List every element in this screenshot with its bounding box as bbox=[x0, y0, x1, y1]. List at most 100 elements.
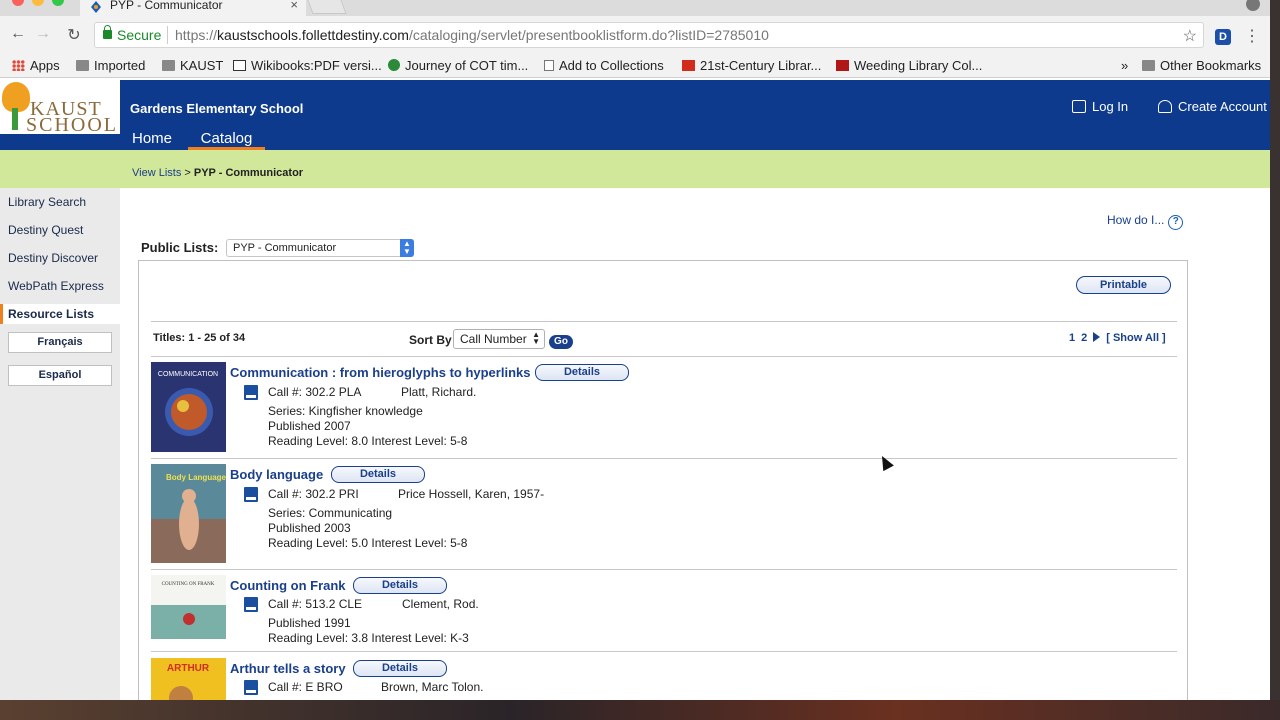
browser-tab[interactable]: PYP - Communicator × bbox=[80, 0, 306, 16]
bookmark-21st-century[interactable]: 21st-Century Librar... bbox=[682, 58, 821, 73]
sidebar: Library Search Destiny Quest Destiny Dis… bbox=[0, 188, 120, 700]
create-account-label: Create Account bbox=[1178, 99, 1267, 114]
how-do-i-link[interactable]: How do I...? bbox=[1107, 213, 1184, 230]
sort-by-select[interactable]: Call Number ▲ ▼ bbox=[453, 329, 545, 349]
call-number: Call #: 302.2 PLA bbox=[268, 385, 362, 399]
nav-home[interactable]: Home bbox=[132, 130, 172, 147]
next-page-icon[interactable] bbox=[1093, 332, 1101, 342]
back-icon[interactable]: ← bbox=[8, 25, 28, 43]
browser-window: PYP - Communicator × ← → ↻ Secure https:… bbox=[0, 0, 1270, 700]
page-2-link[interactable]: 2 bbox=[1081, 332, 1087, 344]
bookmark-add-collections[interactable]: Add to Collections bbox=[544, 58, 664, 73]
login-icon bbox=[1072, 100, 1086, 113]
sidebar-item-label: Resource Lists bbox=[8, 307, 95, 321]
login-link[interactable]: Log In bbox=[1072, 99, 1128, 114]
reload-icon[interactable]: ↻ bbox=[64, 25, 84, 45]
nav-catalog[interactable]: Catalog bbox=[188, 130, 265, 150]
tab-close-icon[interactable]: × bbox=[290, 0, 298, 12]
public-lists-select[interactable]: PYP - Communicator ▲ ▼ bbox=[226, 239, 414, 257]
bookmark-kaust[interactable]: KAUST bbox=[162, 58, 223, 73]
reading-level: Reading Level: 3.8 Interest Level: K-3 bbox=[268, 631, 469, 645]
tab-strip: PYP - Communicator × bbox=[0, 0, 1270, 16]
bookmark-imported[interactable]: Imported bbox=[76, 58, 145, 73]
sidebar-item-destiny-discover[interactable]: Destiny Discover bbox=[8, 251, 98, 265]
published: Published 2003 bbox=[268, 521, 351, 535]
folder-icon bbox=[162, 60, 175, 71]
select-arrows-icon: ▲ ▼ bbox=[532, 330, 540, 346]
url-path: /cataloging/servlet/presentbooklistform.… bbox=[408, 27, 769, 43]
site-name: Gardens Elementary School bbox=[130, 101, 304, 116]
book-red-icon bbox=[836, 60, 849, 71]
page-icon bbox=[544, 60, 554, 71]
destiny-page: KAUST SCHOOL Gardens Elementary School H… bbox=[0, 80, 1270, 700]
help-icon: ? bbox=[1168, 215, 1184, 230]
folder-icon bbox=[1142, 60, 1155, 71]
bookmarks-overflow-icon[interactable]: » bbox=[1121, 58, 1128, 73]
details-button[interactable]: Details bbox=[353, 577, 447, 594]
forward-icon[interactable]: → bbox=[33, 25, 53, 43]
book-cover-communication[interactable]: COMMUNICATION bbox=[151, 362, 226, 452]
url-text[interactable]: https://kaustschools.follettdestiny.com/… bbox=[175, 27, 769, 43]
sort-by-value: Call Number bbox=[460, 332, 527, 346]
bookmark-label: Apps bbox=[30, 58, 60, 73]
book-title[interactable]: Arthur tells a story bbox=[230, 661, 346, 676]
bookmark-journey[interactable]: Journey of COT tim... bbox=[388, 58, 528, 73]
edu-icon bbox=[682, 60, 695, 71]
bookmark-wikibooks[interactable]: Wikibooks:PDF versi... bbox=[233, 58, 382, 73]
breadcrumb-view-lists[interactable]: View Lists bbox=[132, 167, 181, 179]
sidebar-item-webpath-express[interactable]: WebPath Express bbox=[8, 279, 104, 293]
extension-icon[interactable]: D bbox=[1215, 29, 1231, 45]
address-bar[interactable]: Secure https://kaustschools.follettdesti… bbox=[94, 22, 1204, 48]
language-french-button[interactable]: Français bbox=[8, 332, 112, 353]
book-cover-arthur[interactable]: ARTHUR bbox=[151, 658, 226, 700]
book-cover-body-language[interactable]: Body Language bbox=[151, 464, 226, 563]
login-label: Log In bbox=[1092, 99, 1129, 114]
url-host: kaustschools.follettdestiny.com bbox=[217, 27, 409, 43]
divider bbox=[151, 356, 1177, 357]
bookmark-star-icon[interactable]: ☆ bbox=[1183, 26, 1197, 46]
divider bbox=[151, 651, 1177, 652]
reading-level: Reading Level: 8.0 Interest Level: 5-8 bbox=[268, 434, 468, 448]
book-cover-counting-on-frank[interactable]: COUNTING ON FRANK bbox=[151, 575, 226, 639]
create-account-link[interactable]: Create Account bbox=[1158, 99, 1267, 114]
kaust-school-logo[interactable]: KAUST SCHOOL bbox=[0, 80, 120, 136]
go-button[interactable]: Go bbox=[549, 335, 573, 349]
details-button[interactable]: Details bbox=[535, 364, 629, 381]
divider bbox=[151, 569, 1177, 570]
divider bbox=[151, 458, 1177, 459]
titles-count: Titles: 1 - 25 of 34 bbox=[153, 332, 246, 344]
show-all-link[interactable]: [ Show All ] bbox=[1106, 332, 1165, 344]
published: Published 2007 bbox=[268, 419, 351, 433]
sidebar-item-resource-lists[interactable]: Resource Lists bbox=[0, 304, 120, 324]
details-button[interactable]: Details bbox=[353, 660, 447, 677]
minimize-window-button[interactable] bbox=[32, 0, 44, 6]
book-title[interactable]: Communication : from hieroglyphs to hype… bbox=[230, 365, 530, 380]
page-1-link[interactable]: 1 bbox=[1069, 332, 1075, 344]
list-item: Body Language Body language Details Call… bbox=[151, 464, 1177, 564]
details-button[interactable]: Details bbox=[331, 466, 425, 483]
sidebar-item-library-search[interactable]: Library Search bbox=[8, 195, 86, 209]
close-window-button[interactable] bbox=[12, 0, 24, 6]
breadcrumb-current: PYP - Communicator bbox=[193, 167, 304, 179]
cover-title: ARTHUR bbox=[167, 663, 210, 674]
wikibooks-icon bbox=[233, 60, 246, 71]
printable-button[interactable]: Printable bbox=[1076, 276, 1171, 294]
bookmark-weeding[interactable]: Weeding Library Col... bbox=[836, 58, 982, 73]
book-title[interactable]: Body language bbox=[230, 467, 323, 482]
maximize-window-button[interactable] bbox=[52, 0, 64, 6]
browser-menu-icon[interactable]: ⋮ bbox=[1244, 26, 1260, 46]
bookmark-label: Journey of COT tim... bbox=[405, 58, 529, 73]
bookmark-apps[interactable]: Apps bbox=[12, 58, 60, 73]
book-format-icon bbox=[244, 680, 258, 695]
book-title[interactable]: Counting on Frank bbox=[230, 578, 346, 593]
other-bookmarks[interactable]: Other Bookmarks bbox=[1142, 58, 1261, 73]
book-format-icon bbox=[244, 487, 258, 502]
sidebar-item-destiny-quest[interactable]: Destiny Quest bbox=[8, 223, 83, 237]
reading-level: Reading Level: 5.0 Interest Level: 5-8 bbox=[268, 536, 468, 550]
list-item: COUNTING ON FRANK Counting on Frank Deta… bbox=[151, 575, 1177, 645]
profile-icon[interactable] bbox=[1246, 0, 1260, 11]
new-tab-button[interactable] bbox=[307, 0, 347, 14]
url-divider bbox=[167, 26, 168, 44]
language-spanish-button[interactable]: Español bbox=[8, 365, 112, 386]
public-lists-value: PYP - Communicator bbox=[233, 242, 337, 254]
